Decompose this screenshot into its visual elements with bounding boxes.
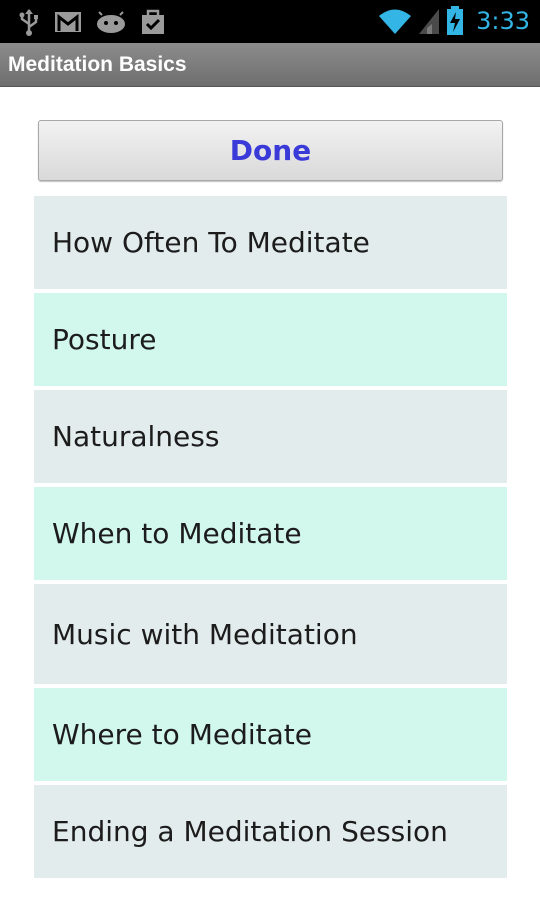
page-title: Meditation Basics bbox=[8, 53, 187, 76]
battery-charging-icon bbox=[446, 6, 464, 36]
status-bar: 3:33 bbox=[0, 0, 540, 43]
list-item[interactable]: Naturalness bbox=[34, 390, 507, 483]
list-item-label: How Often To Meditate bbox=[52, 226, 370, 259]
list-item-label: When to Meditate bbox=[52, 517, 302, 550]
list-item[interactable]: Where to Meditate bbox=[34, 688, 507, 781]
done-button-label: Done bbox=[229, 134, 312, 167]
gmail-icon bbox=[54, 11, 82, 33]
list-item-label: Where to Meditate bbox=[52, 718, 312, 751]
android-debug-icon bbox=[96, 11, 126, 33]
list-item[interactable]: Music with Meditation bbox=[34, 584, 507, 684]
list-item-label: Music with Meditation bbox=[52, 617, 358, 651]
signal-icon bbox=[418, 7, 440, 35]
wifi-icon bbox=[378, 7, 412, 35]
status-clock: 3:33 bbox=[476, 7, 530, 35]
done-button[interactable]: Done bbox=[38, 120, 503, 181]
title-bar: Meditation Basics bbox=[0, 43, 540, 87]
list-item[interactable]: Posture bbox=[34, 293, 507, 386]
list-item[interactable]: Ending a Meditation Session bbox=[34, 785, 507, 878]
download-done-icon bbox=[140, 9, 166, 35]
list-item-label: Ending a Meditation Session bbox=[52, 815, 448, 848]
main-content: Done How Often To Meditate Posture Natur… bbox=[0, 87, 540, 900]
list-item-label: Posture bbox=[52, 323, 157, 356]
list-item[interactable]: How Often To Meditate bbox=[34, 196, 507, 289]
topic-list: How Often To Meditate Posture Naturalnes… bbox=[34, 196, 507, 882]
usb-icon bbox=[18, 8, 40, 36]
list-item[interactable]: When to Meditate bbox=[34, 487, 507, 580]
list-item-label: Naturalness bbox=[52, 420, 220, 453]
